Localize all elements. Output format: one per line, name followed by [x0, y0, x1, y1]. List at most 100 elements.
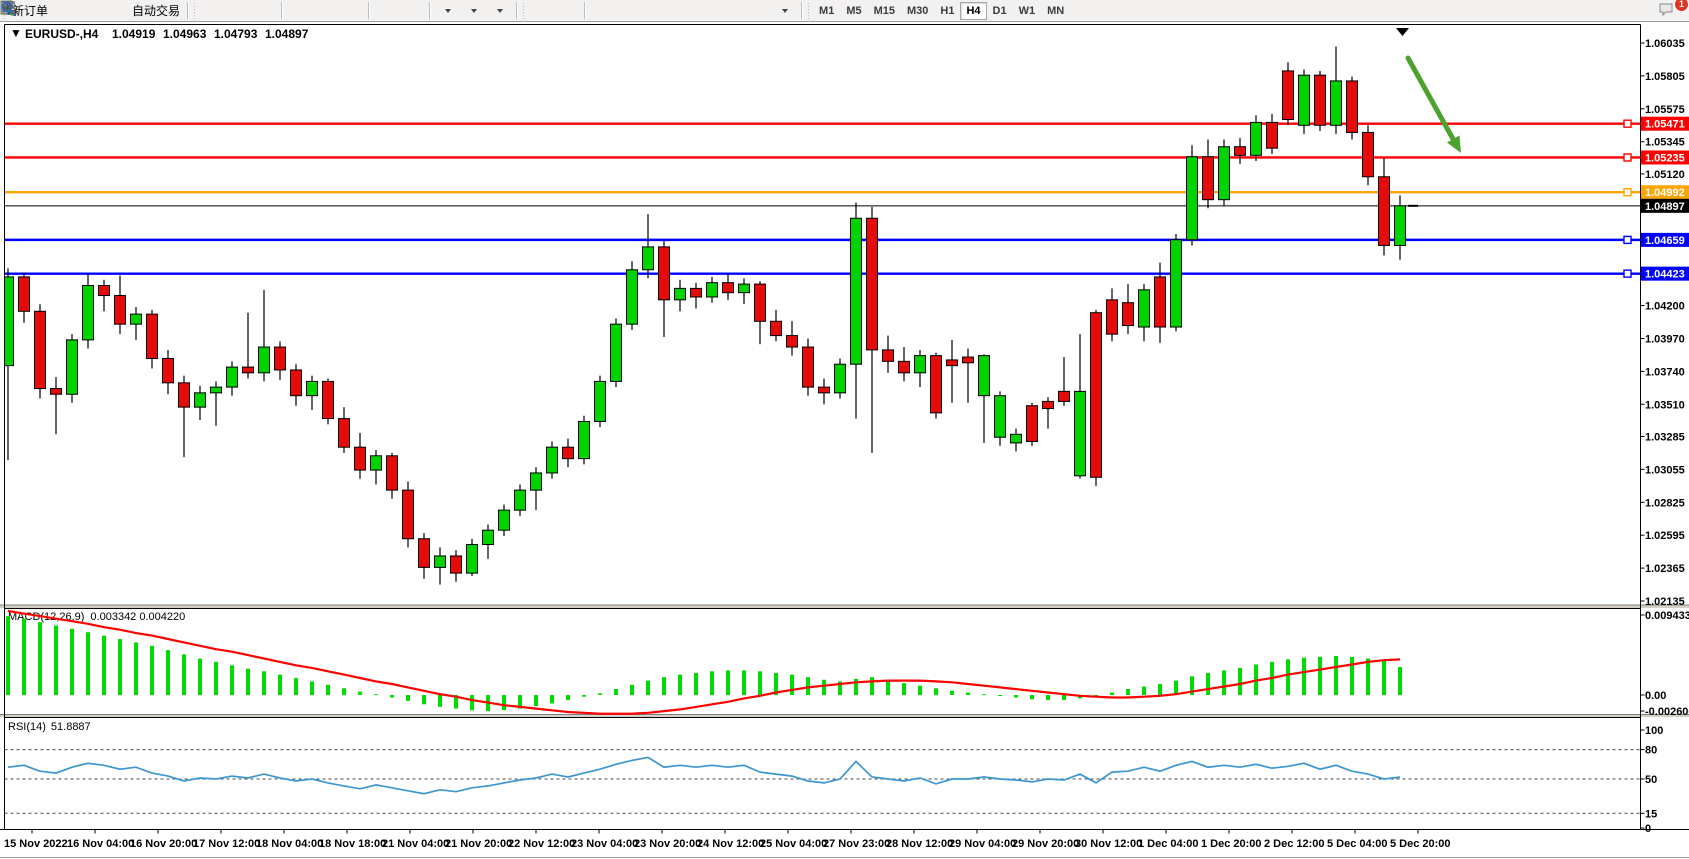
templates-caret [497, 9, 503, 13]
data-window-button[interactable] [77, 0, 103, 22]
axis-tick-label: 1.04200 [1645, 301, 1685, 313]
templates-button[interactable] [486, 0, 512, 22]
zoom-in-button[interactable] [286, 0, 312, 22]
rsi-axis-label: 15 [1645, 808, 1657, 820]
timeframe-m1-button[interactable]: M1 [813, 2, 840, 20]
time-axis-label: 27 Nov 23:00 [823, 838, 890, 850]
time-axis-label: 18 Nov 04:00 [256, 838, 323, 850]
axis-tick-label: 1.06035 [1645, 38, 1685, 50]
timeframe-m15-button[interactable]: M15 [868, 2, 901, 20]
price-badge-1.05235: 1.05235 [1641, 150, 1689, 164]
axis-tick-label: 1.02365 [1645, 563, 1685, 575]
axis-tick-label: 1.02135 [1645, 596, 1685, 608]
time-axis-label: 29 Nov 20:00 [1012, 838, 1079, 850]
toolbar-grip [522, 3, 525, 19]
timeframe-mn-button[interactable]: MN [1041, 2, 1070, 20]
bar-chart-mode-button[interactable] [199, 0, 225, 22]
macd-indicator-label: MACD(12,26,9)0.003342 0.004220 [8, 611, 185, 623]
chart-title-open: 1.04919 [112, 27, 156, 41]
toolbar-grip [193, 3, 196, 19]
axis-tick-label: 1.05575 [1645, 104, 1685, 116]
eurusd-h4-chart[interactable]: ▼ EURUSD-,H4 1.04919 1.04963 1.04793 1.0… [0, 22, 1689, 859]
tile-windows-button[interactable] [338, 0, 364, 22]
auto-trading-button[interactable]: 自动交易 [129, 0, 183, 22]
horizontal-line-tool-button[interactable] [615, 0, 641, 22]
axis-tick-label: 1.03740 [1645, 366, 1685, 378]
axis-tick-label: 1.03285 [1645, 431, 1685, 443]
trendline-tool-button[interactable] [641, 0, 667, 22]
time-axis-label: 29 Nov 04:00 [949, 838, 1016, 850]
time-axis-label: 21 Nov 04:00 [382, 838, 449, 850]
cursor-tool-button[interactable] [528, 0, 554, 22]
market-watch-button[interactable] [51, 0, 77, 22]
candlestick-mode-button[interactable] [225, 0, 251, 22]
navigator-button[interactable] [103, 0, 129, 22]
axis-tick-label: 1.05345 [1645, 137, 1685, 149]
chart-collapse-icon[interactable]: ▼ [10, 26, 22, 40]
separator [516, 2, 517, 19]
crosshair-tool-button[interactable] [554, 0, 580, 22]
text-tool-button[interactable]: A [719, 0, 745, 22]
timeframe-m30-button[interactable]: M30 [901, 2, 934, 20]
channel-tool-button[interactable]: E [667, 0, 693, 22]
macd-axis-label: 0.009433 [1645, 610, 1689, 622]
label-tool-button[interactable]: T [745, 0, 771, 22]
arrows-tool-button[interactable] [771, 0, 797, 22]
time-axis-label: 23 Nov 04:00 [571, 838, 638, 850]
chart-shift-button[interactable] [399, 0, 425, 22]
time-axis-label: 24 Nov 12:00 [697, 838, 764, 850]
chart-area[interactable]: ▼ EURUSD-,H4 1.04919 1.04963 1.04793 1.0… [0, 22, 1689, 859]
timeframe-h4-button[interactable]: H4 [960, 2, 986, 20]
periods-button[interactable] [460, 0, 486, 22]
axis-tick-label: 1.05120 [1645, 169, 1685, 181]
axis-tick-label: 1.05805 [1645, 71, 1685, 83]
price-axis[interactable]: 1.06035 1.05805 1.05575 1.05345 1.05120 1.042… [1641, 38, 1689, 835]
svg-text:1.05235: 1.05235 [1645, 152, 1685, 164]
timeframe-h1-button[interactable]: H1 [934, 2, 960, 20]
timeframe-m5-button[interactable]: M5 [840, 2, 867, 20]
axis-tick-label: 1.02825 [1645, 497, 1685, 509]
svg-text:1.05471: 1.05471 [1645, 119, 1685, 131]
auto-scroll-button[interactable] [373, 0, 399, 22]
zoom-out-button[interactable] [312, 0, 338, 22]
time-axis-label: 25 Nov 04:00 [760, 838, 827, 850]
fibonacci-tool-button[interactable]: F [693, 0, 719, 22]
axis-tick-label: 1.03970 [1645, 333, 1685, 345]
time-axis-label: 5 Dec 20:00 [1390, 838, 1451, 850]
separator [368, 2, 369, 19]
chart-title-low: 1.04793 [214, 27, 258, 41]
price-badge-1.04992: 1.04992 [1641, 185, 1689, 199]
axis-tick-label: 1.02595 [1645, 530, 1685, 542]
notifications-button[interactable]: 1 [1657, 0, 1683, 22]
svg-text:1.04992: 1.04992 [1645, 187, 1685, 199]
price-badge-1.04659: 1.04659 [1641, 233, 1689, 247]
time-axis-label: 30 Nov 12:00 [1075, 838, 1142, 850]
search-button[interactable] [1625, 0, 1651, 22]
macd-axis-label: -0.002606 [1645, 706, 1689, 718]
toolbar-grip [807, 3, 810, 19]
timeframe-d1-button[interactable]: D1 [987, 2, 1013, 20]
separator [281, 2, 282, 19]
time-axis-label: 16 Nov 20:00 [130, 838, 197, 850]
toolbar: 新订单 自动交易 [0, 0, 1689, 22]
separator [429, 2, 430, 19]
time-axis-label: 17 Nov 12:00 [193, 838, 260, 850]
time-axis-label: 23 Nov 20:00 [634, 838, 701, 850]
chart-title-close: 1.04897 [265, 27, 309, 41]
svg-text:1.04423: 1.04423 [1645, 269, 1685, 281]
vertical-line-tool-button[interactable] [589, 0, 615, 22]
line-chart-mode-button[interactable] [251, 0, 277, 22]
chart-title-symbol: EURUSD-,H4 [25, 27, 99, 41]
timeframe-w1-button[interactable]: W1 [1013, 2, 1042, 20]
time-axis-label: 18 Nov 18:00 [319, 838, 386, 850]
indicators-button[interactable] [434, 0, 460, 22]
separator [584, 2, 585, 19]
time-axis-label: 21 Nov 20:00 [445, 838, 512, 850]
time-axis-label: 16 Nov 04:00 [67, 838, 134, 850]
rsi-axis-label: 100 [1645, 725, 1663, 737]
auto-trading-label: 自动交易 [132, 2, 180, 19]
macd-axis-label: 0.00 [1645, 690, 1666, 702]
rsi-axis-label: 50 [1645, 774, 1657, 786]
indicators-caret [445, 9, 451, 13]
axis-tick-label: 1.03510 [1645, 399, 1685, 411]
